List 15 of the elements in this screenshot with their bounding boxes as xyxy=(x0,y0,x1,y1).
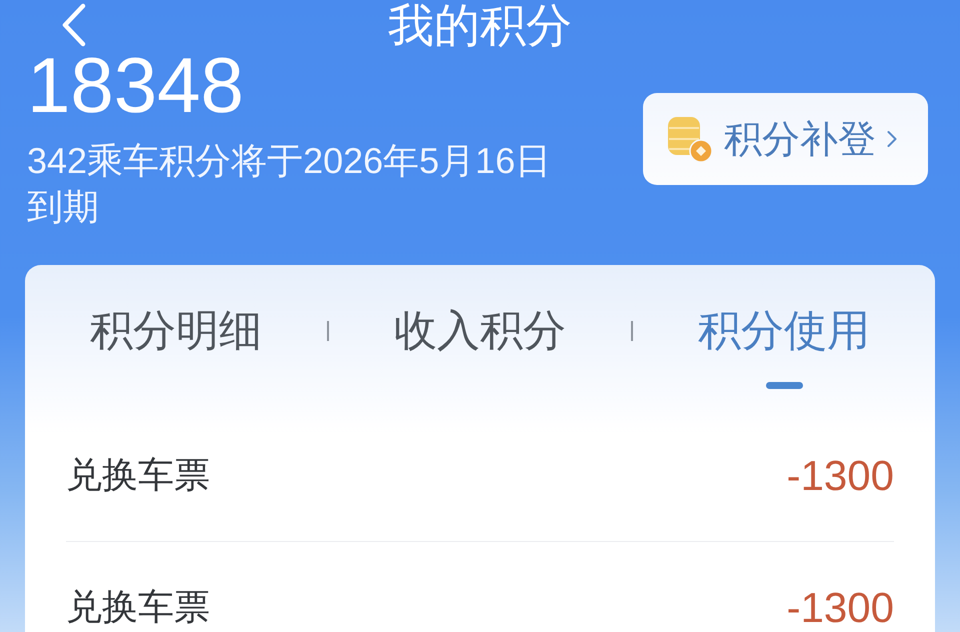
tab[interactable]: 收入积分 xyxy=(394,306,566,356)
record-amount: -1300 xyxy=(786,584,894,632)
points-total: 18348 xyxy=(27,50,245,120)
chevron-right-icon xyxy=(887,130,897,148)
record-title: 兑换车票 xyxy=(66,453,210,497)
record-title: 兑换车票 xyxy=(66,585,210,629)
points-makeup-button[interactable]: 积分补登 xyxy=(643,93,928,185)
chevron-left-icon[interactable] xyxy=(62,3,86,47)
points-expiry-note: 342乘车积分将于2026年5月16日到期 xyxy=(27,139,552,229)
record-amount: -1300 xyxy=(786,452,894,500)
tab-underline xyxy=(766,382,802,389)
tab[interactable]: 积分使用 xyxy=(698,306,870,389)
page-title: 我的积分 xyxy=(388,0,572,50)
coin-stack-icon xyxy=(667,115,713,163)
tab[interactable]: 积分明细 xyxy=(90,306,262,356)
